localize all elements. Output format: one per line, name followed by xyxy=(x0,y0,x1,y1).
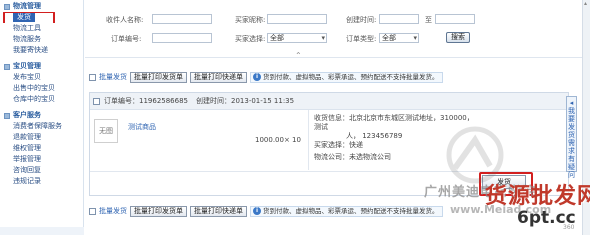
price-quantity: 1000.00× 10 xyxy=(255,136,301,144)
group-toggle-icon xyxy=(4,3,10,10)
sidebar-group-customer[interactable]: 客户服务 xyxy=(0,110,83,121)
select-all-checkbox[interactable] xyxy=(89,73,96,81)
order-header: 订单编号：11962586685 创建时间：2013-01-15 11:35 xyxy=(90,93,568,110)
sidebar-item-express[interactable]: 我要寄快递 xyxy=(0,45,83,56)
sidebar: 物流管理 发货 物流工具 物流服务 我要寄快递 宝贝管理 发布宝贝 出售中的宝贝… xyxy=(0,0,84,235)
search-button[interactable]: 搜索 xyxy=(446,32,470,43)
sidebar-item-violations[interactable]: 违规记录 xyxy=(0,176,83,187)
buyer-name-label: 收件人名称: xyxy=(106,16,144,24)
batch-print-express-button[interactable]: 批量打印快递单 xyxy=(190,71,247,83)
product-name-link[interactable]: 测试商品 xyxy=(128,122,156,132)
order-no-label: 订单编号: xyxy=(111,35,142,43)
collapse-chevron-icon[interactable]: ⌃ xyxy=(295,51,302,60)
batch-print-express-button-bottom[interactable]: 批量打印快递单 xyxy=(190,205,247,217)
buyer-select-dropdown[interactable]: 全部 xyxy=(267,33,327,43)
sidebar-item-warehouse[interactable]: 仓库中的宝贝 xyxy=(0,94,83,105)
select-all-checkbox-bottom[interactable] xyxy=(89,207,96,215)
sidebar-group-logistics[interactable]: 物流管理 xyxy=(0,1,83,12)
order-no-input[interactable] xyxy=(152,33,212,43)
chevron-left-icon: ◂ xyxy=(569,99,574,107)
order-type-dropdown[interactable]: 全部 xyxy=(379,33,419,43)
sidebar-item-logistics-tools[interactable]: 物流工具 xyxy=(0,23,83,34)
group-toggle-icon xyxy=(4,63,10,70)
info-icon: i xyxy=(253,73,261,81)
page-root: 物流管理 发货 物流工具 物流服务 我要寄快递 宝贝管理 发布宝贝 出售中的宝贝… xyxy=(0,0,590,235)
divider xyxy=(308,110,309,170)
buyer-name-input[interactable] xyxy=(152,14,212,24)
sidebar-item-send[interactable]: 发货 xyxy=(0,12,83,23)
sidebar-item-on-sale[interactable]: 出售中的宝贝 xyxy=(0,83,83,94)
created-start-input[interactable] xyxy=(379,14,419,24)
order-number: 11962586685 xyxy=(139,97,188,105)
search-panel: 收件人名称: 买家昵称: 创建时间: 至 订单编号: 买家选择: 全部 订单类型… xyxy=(85,0,585,60)
created-end-input[interactable] xyxy=(435,14,475,24)
buyer-select-label: 买家选择: xyxy=(235,35,266,43)
sidebar-item-consult[interactable]: 咨询回复 xyxy=(0,165,83,176)
batch-send-link[interactable]: 批量发货 xyxy=(99,72,127,82)
sidebar-group-goods[interactable]: 宝贝管理 xyxy=(0,61,83,72)
buyer-nick-label: 买家昵称: xyxy=(235,16,266,24)
batch-print-send-button[interactable]: 批量打印发货单 xyxy=(130,71,187,83)
batch-notice: i 货到付款、虚拟物品、彩票承运、预约配送不支持批量发货。 xyxy=(250,71,443,83)
feedback-vertical-tab[interactable]: ◂ 我要发货需求有疑问 xyxy=(566,96,577,179)
batch-print-send-button-bottom[interactable]: 批量打印发货单 xyxy=(130,205,187,217)
order-type-label: 订单类型: xyxy=(346,35,377,43)
batch-notice-bottom: i 货到付款、虚拟物品、彩票承运、预约配送不支持批量发货。 xyxy=(250,205,443,217)
group-toggle-icon xyxy=(4,112,10,119)
watermark-small: 360 xyxy=(563,224,575,231)
sidebar-item-publish[interactable]: 发布宝贝 xyxy=(0,72,83,83)
sidebar-item-protection[interactable]: 消费者保障服务 xyxy=(0,121,83,132)
watermark-logo-icon xyxy=(446,126,504,184)
batch-send-link-bottom[interactable]: 批量发货 xyxy=(99,206,127,216)
created-time-label: 创建时间: xyxy=(346,16,377,24)
order-checkbox[interactable] xyxy=(93,97,100,105)
sidebar-item-logistics-service[interactable]: 物流服务 xyxy=(0,34,83,45)
feedback-tab-text: 我要发货需求有疑问 xyxy=(568,107,575,179)
top-action-bar: 批量发货 批量打印发货单 批量打印快递单 i 货到付款、虚拟物品、彩票承运、预约… xyxy=(89,70,569,84)
sidebar-footer xyxy=(0,227,84,235)
product-thumbnail: 无图 xyxy=(94,119,118,143)
buyer-nick-input[interactable] xyxy=(267,14,327,24)
order-created-time: 2013-01-15 11:35 xyxy=(231,97,295,105)
info-icon: i xyxy=(253,207,261,215)
sidebar-item-report[interactable]: 举报管理 xyxy=(0,154,83,165)
sidebar-item-refund[interactable]: 退款管理 xyxy=(0,132,83,143)
sidebar-item-rights[interactable]: 维权管理 xyxy=(0,143,83,154)
to-label: 至 xyxy=(425,16,432,24)
